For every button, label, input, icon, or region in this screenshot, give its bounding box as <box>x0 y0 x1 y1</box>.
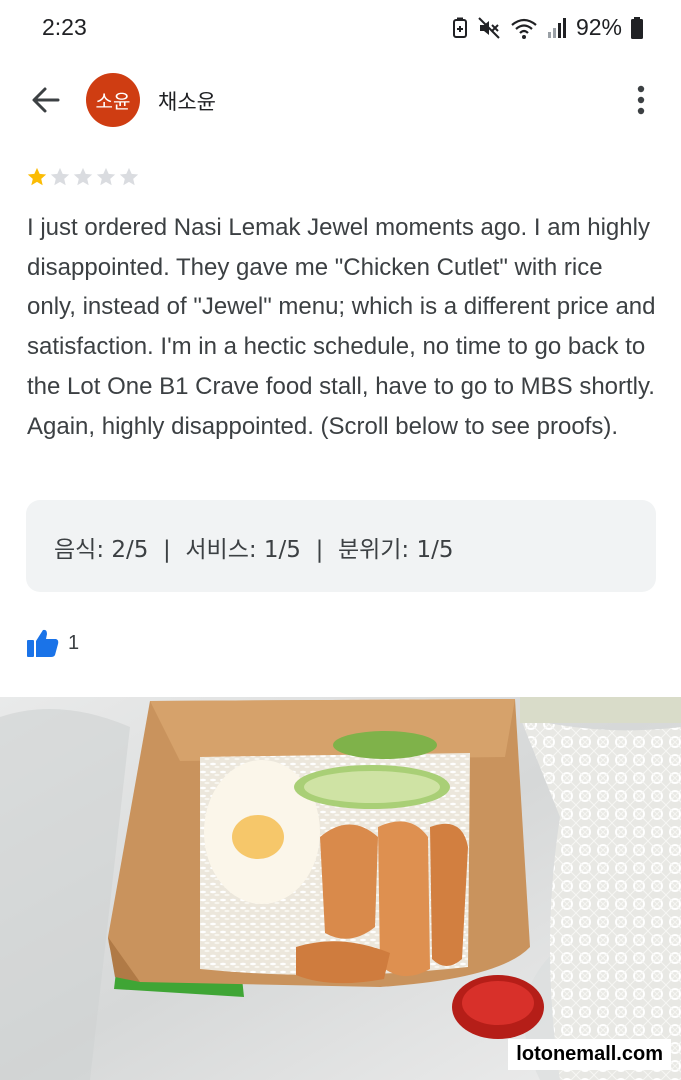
wifi-icon <box>511 18 537 39</box>
status-bar: 2:23 92% <box>0 0 681 56</box>
star-empty-icon <box>96 167 116 186</box>
star-filled-icon <box>27 167 47 186</box>
like-count: 1 <box>68 631 80 654</box>
avatar[interactable]: 소윤 <box>86 73 140 127</box>
mute-icon <box>478 16 500 39</box>
star-empty-icon <box>73 167 93 186</box>
review-header: 소윤 채소윤 <box>0 68 681 132</box>
back-button[interactable] <box>28 82 64 118</box>
star-rating <box>26 166 140 188</box>
status-time: 2:23 <box>42 14 87 40</box>
like-button[interactable]: 1 <box>26 628 79 658</box>
battery-percentage: 92% <box>575 14 622 40</box>
ratings-summary-box: 음식: 2/5 | 서비스: 1/5 | 분위기: 1/5 <box>26 500 656 592</box>
watermark: lotonemall.com <box>508 1039 671 1070</box>
thumbs-up-icon[interactable] <box>26 628 60 658</box>
food-photo-illustration <box>0 697 681 1080</box>
battery-icon <box>631 16 643 39</box>
star-empty-icon <box>119 167 139 186</box>
review-photo[interactable]: lotonemall.com <box>0 697 681 1080</box>
status-icons: 92% <box>452 14 643 41</box>
ratings-summary: 음식: 2/5 | 서비스: 1/5 | 분위기: 1/5 <box>54 537 454 563</box>
signal-icon <box>547 17 566 38</box>
more-vert-icon[interactable] <box>631 82 651 118</box>
star-empty-icon <box>50 167 70 186</box>
reviewer-name[interactable]: 채소윤 <box>158 86 216 116</box>
review-text: I just ordered Nasi Lemak Jewel moments … <box>27 214 656 440</box>
battery-saver-icon <box>452 17 467 38</box>
